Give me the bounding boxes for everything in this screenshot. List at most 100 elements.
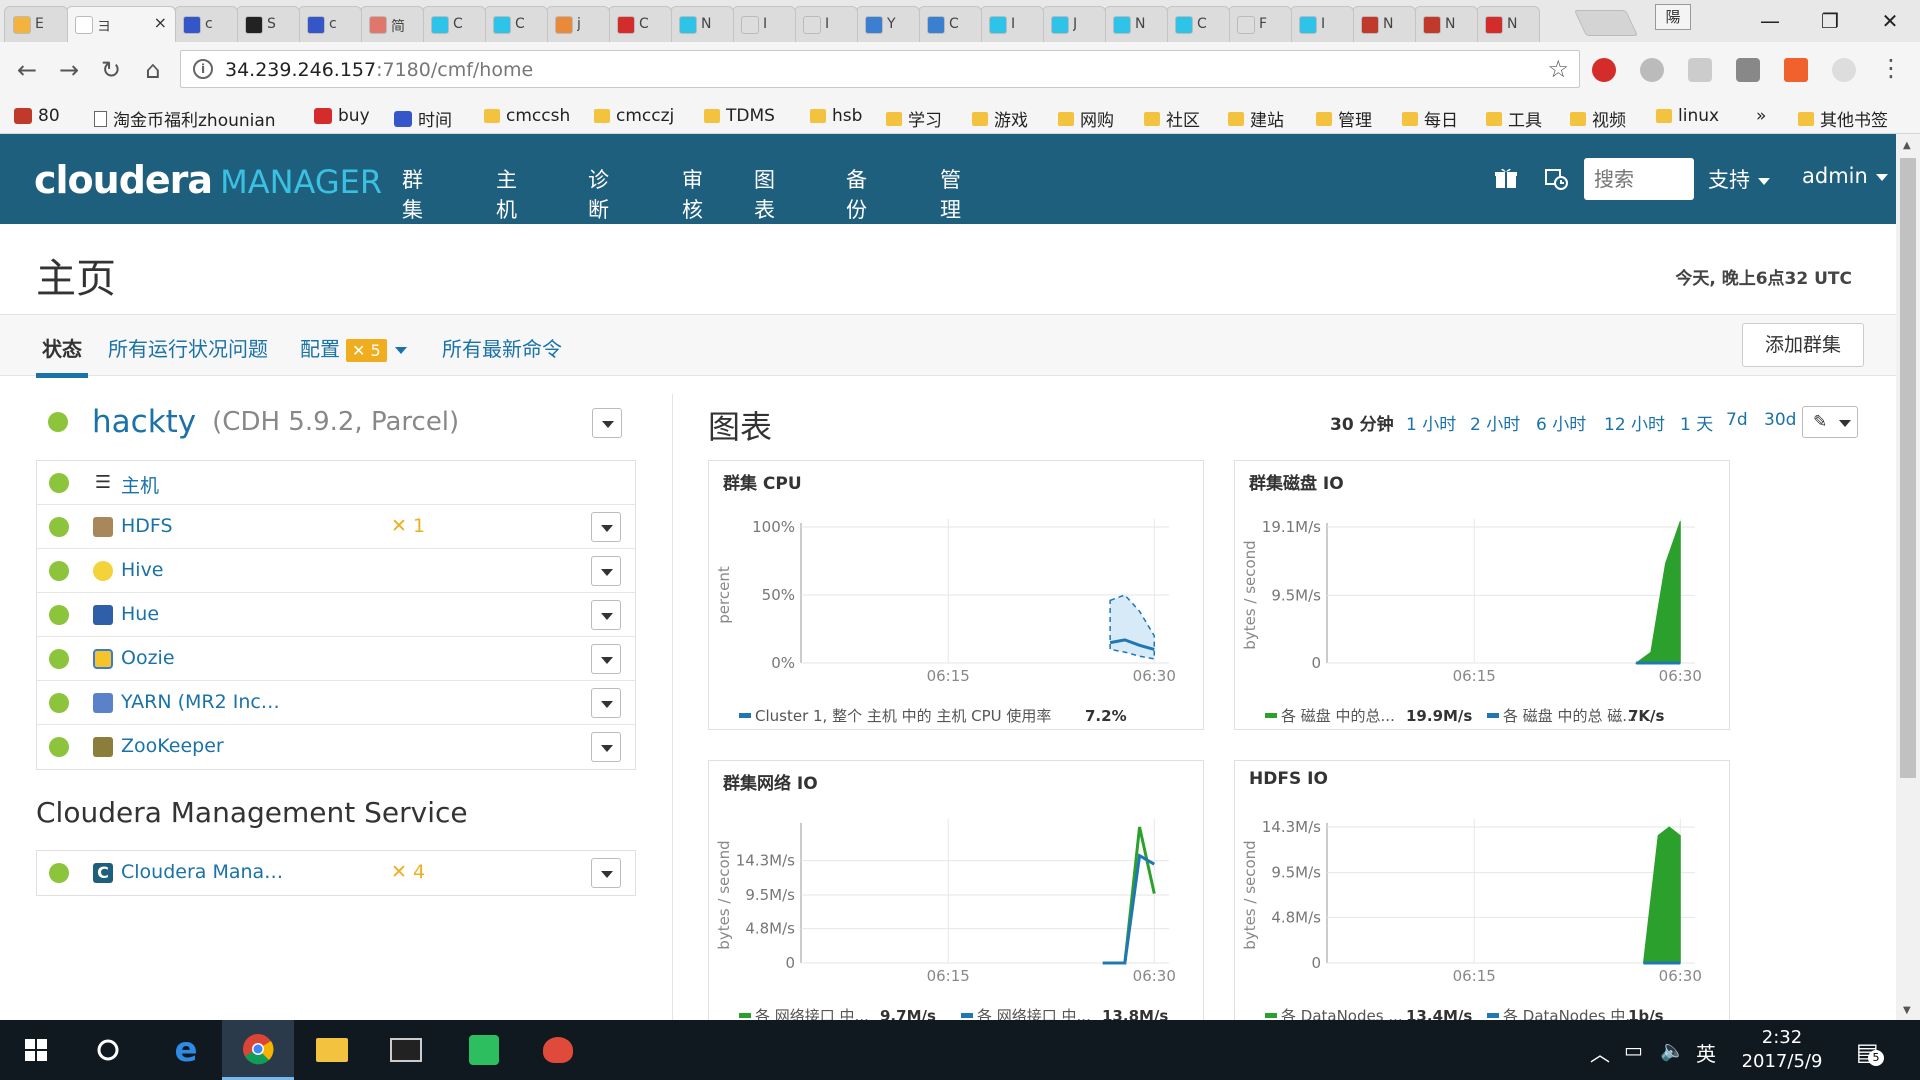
start-button[interactable]: [0, 1020, 72, 1080]
chrome-menu-icon[interactable]: ⋮: [1876, 54, 1906, 82]
nav-menu-item[interactable]: 审核: [682, 164, 703, 224]
taskbar-edge[interactable]: e: [150, 1020, 222, 1080]
browser-tab[interactable]: C: [1166, 6, 1230, 42]
time-range-option[interactable]: 6 小时: [1536, 410, 1586, 435]
nav-menu-item[interactable]: 主机: [496, 164, 517, 248]
time-range-option[interactable]: 1 小时: [1406, 410, 1456, 435]
bookmark-item[interactable]: 视频: [1570, 106, 1626, 131]
browser-tab[interactable]: J: [1042, 6, 1106, 42]
taskbar-app-snail[interactable]: [522, 1020, 594, 1080]
battery-icon[interactable]: ▭: [1624, 1038, 1643, 1062]
bookmark-item[interactable]: 建站: [1228, 106, 1284, 131]
tab-configuration[interactable]: 配置 ✕ 5: [300, 333, 407, 362]
browser-tab[interactable]: C: [422, 6, 486, 42]
bookmark-item[interactable]: 淘金币福利zhounian: [94, 106, 276, 131]
browser-tab[interactable]: S: [236, 6, 300, 42]
browser-tab[interactable]: I: [1290, 6, 1354, 42]
search-input[interactable]: [1584, 158, 1694, 200]
action-center-icon[interactable]: ▤ 5: [1856, 1038, 1884, 1066]
chart-card[interactable]: 群集网络 IO 14.3M/s 9.5M/s 4.8M/s 0 06:15 06:30 byt…: [708, 760, 1204, 1030]
bookmark-item[interactable]: 工具: [1486, 106, 1542, 131]
bookmark-item[interactable]: TDMS: [704, 106, 775, 126]
time-range-option[interactable]: 1 天: [1680, 410, 1713, 435]
site-info-icon[interactable]: i: [193, 59, 213, 79]
nav-menu-item[interactable]: 图表: [754, 164, 775, 248]
chart-edit-dropdown[interactable]: ✎: [1802, 406, 1858, 438]
config-issues-indicator[interactable]: ✕ 1: [391, 515, 425, 537]
shield-extension-icon[interactable]: [1688, 58, 1712, 82]
bookmark-item[interactable]: 管理: [1316, 106, 1372, 131]
taskbar-clock[interactable]: 2:32 2017/5/9: [1722, 1026, 1842, 1074]
bookmark-item[interactable]: 时间: [394, 106, 452, 131]
nav-menu-item[interactable]: 管理: [940, 164, 961, 248]
cluster-actions-dropdown[interactable]: [592, 408, 622, 438]
running-commands-icon[interactable]: [1544, 166, 1568, 190]
bookmark-item[interactable]: 学习: [886, 106, 942, 131]
bookmark-item[interactable]: cmcczj: [594, 106, 674, 126]
bookmark-item[interactable]: cmccsh: [484, 106, 570, 126]
ime-indicator[interactable]: 英: [1696, 1038, 1716, 1067]
time-range-option[interactable]: 30 分钟: [1330, 410, 1394, 435]
bookmark-item[interactable]: 每日: [1402, 106, 1458, 131]
browser-tab[interactable]: Y: [856, 6, 920, 42]
bookmark-item[interactable]: 80: [14, 106, 60, 126]
forward-icon[interactable]: →: [54, 56, 84, 84]
service-link[interactable]: 主机: [121, 471, 159, 498]
browser-tab[interactable]: N: [1476, 6, 1540, 42]
browser-tab[interactable]: I: [732, 6, 796, 42]
volume-icon[interactable]: 🔈: [1660, 1038, 1685, 1062]
service-link[interactable]: HDFS: [121, 515, 173, 537]
nav-menu-item[interactable]: 群集: [402, 164, 423, 248]
cluster-name-link[interactable]: hackty: [92, 404, 196, 440]
opera-extension-icon[interactable]: [1592, 58, 1616, 82]
support-menu[interactable]: 支持: [1708, 164, 1770, 194]
browser-tab[interactable]: 简: [360, 6, 424, 42]
other-bookmarks-folder[interactable]: 其他书签: [1798, 106, 1888, 131]
taskbar-chrome[interactable]: [222, 1020, 294, 1080]
bookmark-item[interactable]: 社区: [1144, 106, 1200, 131]
browser-tab[interactable]: C: [484, 6, 548, 42]
scrollbar-thumb[interactable]: [1900, 158, 1916, 778]
extension-circle-icon[interactable]: [1640, 58, 1664, 82]
home-icon[interactable]: ⌂: [138, 56, 168, 84]
bookmark-item[interactable]: 网购: [1058, 106, 1114, 131]
browser-tab[interactable]: N: [1104, 6, 1168, 42]
bookmark-item[interactable]: linux: [1656, 106, 1719, 126]
extension-scissors-icon[interactable]: [1832, 58, 1856, 82]
bookmark-item[interactable]: buy: [314, 106, 370, 126]
bookmark-star-icon[interactable]: ☆: [1547, 55, 1569, 83]
service-actions-dropdown[interactable]: [591, 858, 621, 888]
service-link[interactable]: Hue: [121, 603, 159, 625]
taskbar-file-explorer[interactable]: [296, 1020, 368, 1080]
browser-tab[interactable]: c: [174, 6, 238, 42]
scroll-down-icon[interactable]: ▼: [1903, 1005, 1911, 1016]
chart-card[interactable]: 群集 CPU 100% 50% 0% 06:15 06:30 percent Cluster …: [708, 460, 1204, 730]
time-range-option[interactable]: 7d: [1726, 410, 1748, 430]
time-range-option[interactable]: 12 小时: [1604, 410, 1665, 435]
service-actions-dropdown[interactable]: [591, 556, 621, 586]
browser-tab[interactable]: N: [1414, 6, 1478, 42]
new-tab-button[interactable]: [1573, 10, 1639, 36]
page-scrollbar[interactable]: ▲ ▼: [1896, 134, 1920, 1020]
service-actions-dropdown[interactable]: [591, 512, 621, 542]
taskbar-terminal[interactable]: [370, 1020, 442, 1080]
browser-tab-active[interactable]: ヨ ×: [66, 6, 176, 42]
cortana-button[interactable]: [72, 1020, 144, 1080]
bookmark-item[interactable]: hsb: [810, 106, 862, 126]
service-link[interactable]: Hive: [121, 559, 164, 581]
browser-tab[interactable]: I: [794, 6, 858, 42]
taskbar-evernote[interactable]: [448, 1020, 520, 1080]
service-link[interactable]: YARN (MR2 Inc…: [121, 691, 280, 713]
cloudera-manager-logo[interactable]: cloudera MANAGER: [34, 158, 382, 202]
gift-icon[interactable]: [1494, 166, 1518, 190]
service-actions-dropdown[interactable]: [591, 644, 621, 674]
maximize-button[interactable]: ❐: [1800, 0, 1860, 42]
time-range-option[interactable]: 30d: [1764, 410, 1796, 430]
service-link[interactable]: ZooKeeper: [121, 735, 224, 757]
browser-tab[interactable]: c: [298, 6, 362, 42]
time-range-option[interactable]: 2 小时: [1470, 410, 1520, 435]
scroll-up-icon[interactable]: ▲: [1903, 140, 1911, 151]
reload-icon[interactable]: ↻: [96, 56, 126, 84]
tray-overflow-icon[interactable]: ︿: [1590, 1038, 1610, 1067]
nav-menu-item[interactable]: 备份: [846, 164, 867, 248]
